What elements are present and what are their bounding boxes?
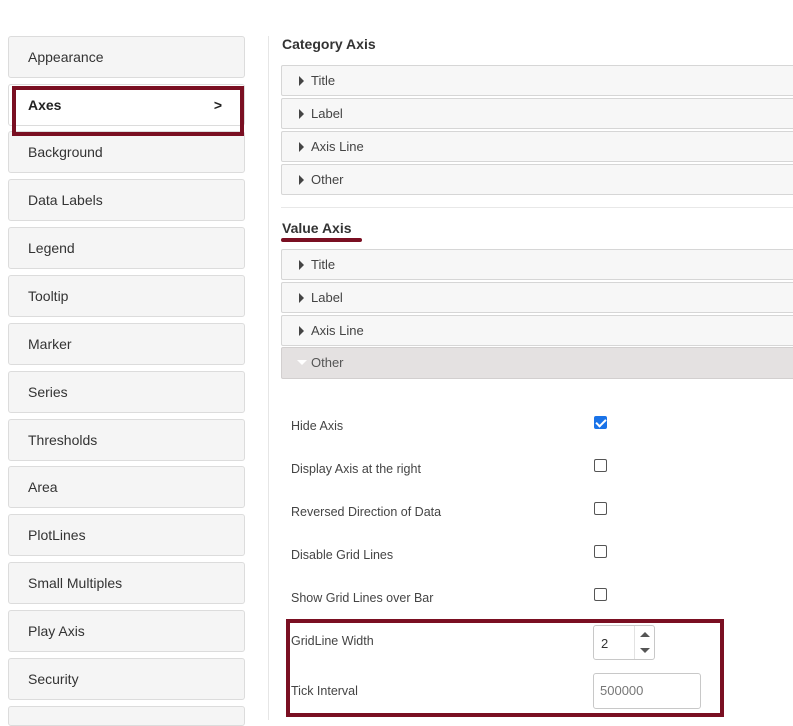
accordion-label: Other xyxy=(311,355,344,370)
value-axis-other-section[interactable]: Other xyxy=(281,347,793,379)
caret-right-icon xyxy=(299,260,304,270)
chevron-right-icon: > xyxy=(213,97,222,113)
sidebar-item-label: Series xyxy=(28,384,68,400)
accordion-label: Axis Line xyxy=(311,139,364,154)
settings-sidebar: Appearance Axes > Background Data Labels… xyxy=(0,0,268,726)
display-axis-right-checkbox[interactable] xyxy=(594,459,607,472)
reversed-direction-checkbox[interactable] xyxy=(594,502,607,515)
value-axis-title-section[interactable]: Title xyxy=(281,249,793,280)
sidebar-item-legend[interactable]: Legend xyxy=(8,227,245,269)
caret-right-icon xyxy=(299,142,304,152)
sidebar-item-appearance[interactable]: Appearance xyxy=(8,36,245,78)
accordion-label: Title xyxy=(311,73,336,88)
disable-grid-lines-checkbox[interactable] xyxy=(594,545,607,558)
sidebar-item-label: Area xyxy=(28,479,58,495)
hide-axis-checkbox[interactable] xyxy=(594,416,607,429)
sidebar-item-label: Background xyxy=(28,144,103,160)
sidebar-item-label: Appearance xyxy=(28,49,104,65)
hide-axis-label: Hide Axis xyxy=(291,419,344,433)
value-axis-label-section[interactable]: Label xyxy=(281,282,793,313)
sidebar-item-small-multiples[interactable]: Small Multiples xyxy=(8,562,245,604)
sidebar-item-data-labels[interactable]: Data Labels xyxy=(8,179,245,221)
caret-right-icon xyxy=(299,293,304,303)
decrement-icon[interactable] xyxy=(640,648,650,653)
value-axis-heading: Value Axis xyxy=(282,220,352,236)
reversed-direction-label: Reversed Direction of Data xyxy=(291,505,442,519)
gridline-width-value[interactable]: 2 xyxy=(601,636,608,651)
accordion-label: Label xyxy=(311,106,343,121)
sidebar-item-label: Axes xyxy=(28,97,62,113)
category-axis-heading: Category Axis xyxy=(282,36,376,52)
sidebar-item-series[interactable]: Series xyxy=(8,371,245,413)
gridline-width-stepper[interactable]: 2 xyxy=(593,625,655,660)
sidebar-item-plotlines[interactable]: PlotLines xyxy=(8,514,245,556)
caret-down-icon xyxy=(297,360,307,365)
sidebar-item-tooltip[interactable]: Tooltip xyxy=(8,275,245,317)
sidebar-item-label: Tooltip xyxy=(28,288,69,304)
caret-right-icon xyxy=(299,175,304,185)
show-grid-lines-over-bar-label: Show Grid Lines over Bar xyxy=(291,591,434,605)
accordion-label: Title xyxy=(311,257,336,272)
axes-settings-panel: Category Axis Title Label Axis Line Othe… xyxy=(269,0,793,720)
increment-icon[interactable] xyxy=(640,632,650,637)
sidebar-item-partial[interactable] xyxy=(8,706,245,726)
sidebar-item-marker[interactable]: Marker xyxy=(8,323,245,365)
sidebar-item-label: Legend xyxy=(28,240,75,256)
category-axis-label-section[interactable]: Label xyxy=(281,98,793,129)
tick-interval-input[interactable]: 500000 xyxy=(593,673,701,709)
sidebar-item-label: Thresholds xyxy=(28,432,98,448)
display-axis-right-label: Display Axis at the right xyxy=(291,462,421,476)
sidebar-item-thresholds[interactable]: Thresholds xyxy=(8,419,245,461)
tick-interval-label: Tick Interval xyxy=(291,684,358,698)
category-axis-axis-line-section[interactable]: Axis Line xyxy=(281,131,793,162)
accordion-label: Label xyxy=(311,290,343,305)
accordion-label: Axis Line xyxy=(311,323,364,338)
sidebar-item-label: Marker xyxy=(28,336,72,352)
sidebar-item-label: PlotLines xyxy=(28,527,86,543)
sidebar-item-label: Data Labels xyxy=(28,192,103,208)
caret-right-icon xyxy=(299,76,304,86)
section-divider xyxy=(281,207,793,208)
sidebar-item-security[interactable]: Security xyxy=(8,658,245,700)
category-axis-title-section[interactable]: Title xyxy=(281,65,793,96)
value-axis-axis-line-section[interactable]: Axis Line xyxy=(281,315,793,346)
caret-right-icon xyxy=(299,109,304,119)
sidebar-item-area[interactable]: Area xyxy=(8,466,245,508)
sidebar-item-label: Play Axis xyxy=(28,623,85,639)
sidebar-item-label: Security xyxy=(28,671,79,687)
disable-grid-lines-label: Disable Grid Lines xyxy=(291,548,394,562)
gridline-width-label: GridLine Width xyxy=(291,634,374,648)
value-axis-underline xyxy=(281,238,362,242)
sidebar-item-label: Small Multiples xyxy=(28,575,123,591)
caret-right-icon xyxy=(299,326,304,336)
sidebar-item-play-axis[interactable]: Play Axis xyxy=(8,610,245,652)
category-axis-other-section[interactable]: Other xyxy=(281,164,793,195)
stepper-arrows xyxy=(634,626,654,659)
show-grid-lines-over-bar-checkbox[interactable] xyxy=(594,588,607,601)
sidebar-item-axes[interactable]: Axes > xyxy=(8,84,245,126)
sidebar-item-background[interactable]: Background xyxy=(8,131,245,173)
accordion-label: Other xyxy=(311,172,344,187)
